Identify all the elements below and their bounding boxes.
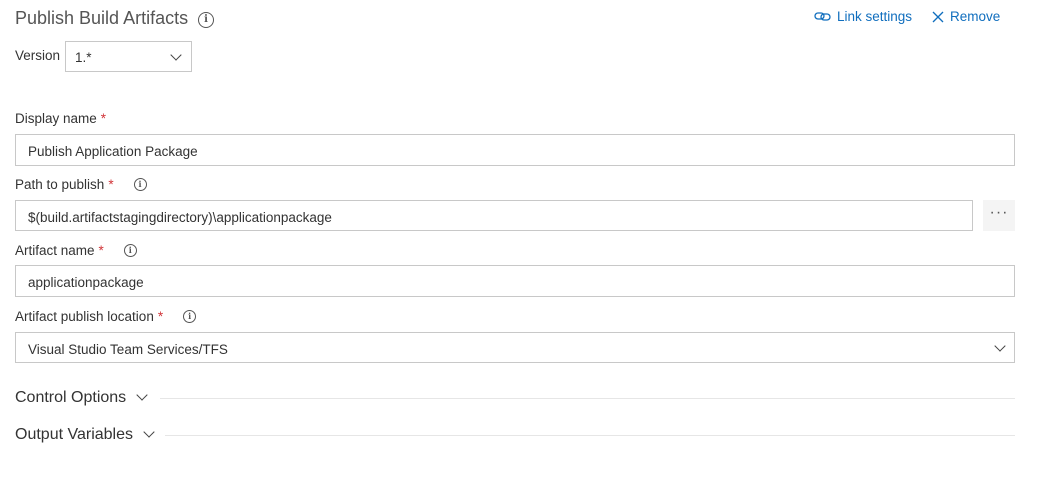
info-icon[interactable]: i [133, 178, 147, 191]
version-dropdown[interactable]: 1.* [65, 41, 192, 72]
browse-ellipsis-button[interactable]: ··· [983, 200, 1015, 231]
required-marker: * [98, 243, 104, 258]
publish-location-label: Artifact publish location * i [15, 309, 197, 324]
publish-location-value: Visual Studio Team Services/TFS [28, 342, 228, 357]
publish-location-dropdown[interactable]: Visual Studio Team Services/TFS [15, 332, 1015, 363]
task-title: Publish Build Artifacts [15, 8, 189, 28]
section-divider [165, 435, 1015, 436]
chevron-down-icon [136, 389, 148, 401]
version-value: 1.* [75, 50, 92, 65]
path-to-publish-label-text: Path to publish [15, 177, 105, 192]
link-icon [814, 12, 831, 21]
remove-button[interactable]: Remove [932, 9, 1000, 24]
path-to-publish-input[interactable]: $(build.artifactstagingdirectory)\applic… [15, 200, 973, 231]
artifact-name-label: Artifact name * i [15, 243, 137, 258]
chevron-down-icon [170, 49, 182, 61]
display-name-value: Publish Application Package [28, 144, 198, 159]
output-variables-toggle[interactable]: Output Variables [15, 426, 155, 444]
link-settings-button[interactable]: Link settings [814, 9, 912, 24]
artifact-name-label-text: Artifact name [15, 243, 95, 258]
path-to-publish-value: $(build.artifactstagingdirectory)\applic… [28, 210, 332, 225]
artifact-name-value: applicationpackage [28, 275, 144, 290]
info-icon[interactable]: i [123, 244, 137, 257]
display-name-input[interactable]: Publish Application Package [15, 134, 1015, 166]
path-to-publish-label: Path to publish * i [15, 177, 147, 192]
control-options-toggle[interactable]: Control Options [15, 389, 148, 407]
required-marker: * [157, 309, 164, 324]
artifact-name-input[interactable]: applicationpackage [15, 265, 1015, 297]
title-info-icon[interactable]: i [198, 12, 214, 28]
chevron-down-icon [994, 340, 1006, 352]
display-name-label: Display name * [15, 111, 106, 126]
info-icon[interactable]: i [183, 310, 197, 323]
control-options-label: Control Options [15, 389, 127, 406]
section-divider [160, 398, 1015, 399]
publish-location-label-text: Artifact publish location [15, 309, 154, 324]
required-marker: * [108, 177, 114, 192]
required-marker: * [100, 111, 107, 126]
remove-label: Remove [950, 9, 1001, 24]
chevron-down-icon [143, 426, 155, 438]
display-name-label-text: Display name [15, 111, 97, 126]
link-settings-label: Link settings [837, 9, 913, 24]
output-variables-label: Output Variables [15, 426, 133, 443]
close-icon [932, 11, 944, 22]
version-label: Version [15, 48, 61, 63]
